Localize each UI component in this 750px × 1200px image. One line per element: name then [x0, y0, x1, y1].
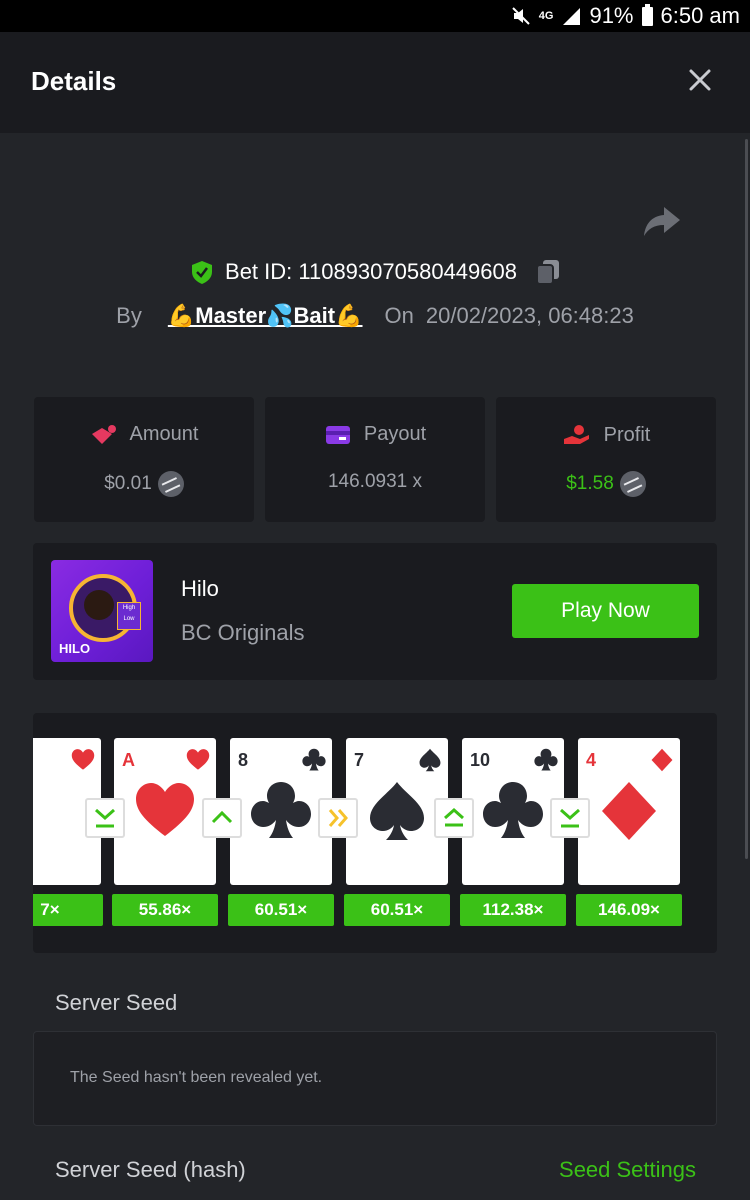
multiplier-badge: 146.09× [576, 894, 682, 926]
server-seed-box: The Seed hasn't been revealed yet. [33, 1031, 717, 1126]
payout-value: 146.0931 x [327, 471, 423, 492]
card-rank: 7 [354, 750, 365, 770]
profit-stat: Profit $1.58 [496, 397, 716, 522]
payout-stat: Payout 146.0931 x [265, 397, 485, 522]
high-low-badge: High Low [117, 602, 141, 630]
playing-card: A [114, 738, 216, 885]
bet-id: Bet ID: 110893070580449608 [225, 259, 517, 284]
playing-card: 4 [578, 738, 680, 885]
playing-card: 10 [462, 738, 564, 885]
amount-label-row: Amount [34, 423, 254, 446]
club-large-icon [251, 782, 311, 838]
spade-large-icon [370, 782, 424, 840]
game-panel: High Low HILO Hilo BC Originals Play Now [33, 543, 717, 680]
playing-card: 8 [230, 738, 332, 885]
profit-label: Profit [603, 423, 651, 446]
diamond-suit-icon [651, 748, 673, 772]
amount-label: Amount [129, 423, 199, 445]
hilo-cards-panel: 7× A 55.86× 8 60.51× 7 60.51× 10 112.38× 4 146.09× [33, 713, 717, 953]
profit-value-row: $1.58 [496, 471, 716, 497]
payout-label-row: Payout [265, 423, 485, 446]
higher-arrow-icon [202, 798, 242, 838]
profit-value: $1.58 [566, 473, 614, 494]
status-bar: 4G 91% 6:50 am [0, 0, 750, 32]
thumb-title: HILO [59, 641, 91, 656]
card-rank: A [122, 750, 135, 770]
bet-byline: By 💪Master💦Bait💪 On 20/02/2023, 06:48:23 [0, 303, 750, 329]
heart-suit-icon [186, 749, 210, 770]
bet-date: 20/02/2023, 06:48:23 [425, 303, 634, 328]
gorilla-icon [84, 590, 114, 620]
mute-icon [512, 7, 530, 25]
server-seed-message: The Seed hasn't been revealed yet. [70, 1069, 323, 1086]
heart-large-icon [136, 783, 194, 836]
seed-settings-link[interactable]: Seed Settings [559, 1157, 696, 1183]
server-seed-label: Server Seed [55, 990, 178, 1015]
clock: 6:50 am [660, 3, 741, 28]
diamond-large-icon [602, 782, 656, 840]
server-seed-hash-label: Server Seed (hash) [55, 1157, 246, 1182]
amount-value: $0.01 [104, 473, 152, 494]
profit-hand-icon [563, 425, 589, 444]
playing-card: 7 [346, 738, 448, 885]
bet-amount-icon [91, 424, 116, 444]
multiplier-badge: 60.51× [228, 894, 334, 926]
page-title: Details [31, 66, 117, 96]
lower-or-same-arrow-icon [85, 798, 125, 838]
payout-label: Payout [363, 423, 427, 445]
badge-high: High [122, 605, 136, 611]
multiplier-badge: 55.86× [112, 894, 218, 926]
card-rank: 8 [238, 750, 249, 770]
game-provider: BC Originals [181, 620, 305, 645]
club-large-icon [483, 782, 543, 838]
signal-icon [563, 8, 581, 25]
higher-or-same-arrow-icon [434, 798, 474, 838]
network-type: 4G [538, 10, 554, 22]
card-icon [325, 425, 350, 444]
coin-icon [157, 471, 184, 497]
game-name[interactable]: Hilo [181, 576, 219, 602]
play-now-button[interactable]: Play Now [512, 584, 699, 638]
badge-low: Low [123, 616, 135, 622]
battery-percent: 91% [589, 3, 634, 28]
amount-stat: Amount $0.01 [34, 397, 254, 522]
multiplier-badge: 7× [33, 894, 103, 926]
username-link[interactable]: 💪Master💦Bait💪 [168, 303, 363, 329]
on-label: On [384, 303, 414, 328]
coin-icon [619, 471, 646, 497]
heart-suit-icon [71, 749, 95, 770]
multiplier-badge: 112.38× [460, 894, 566, 926]
details-content: Bet ID: 110893070580449608 By 💪Master💦Ba… [0, 133, 750, 1200]
profit-label-row: Profit [496, 423, 716, 447]
share-icon[interactable] [642, 203, 682, 239]
skip-arrow-icon [318, 798, 358, 838]
multiplier-badge: 60.51× [344, 894, 450, 926]
details-header: Details [0, 32, 750, 133]
copy-icon[interactable] [535, 258, 561, 286]
status-right: 4G 91% 6:50 am [511, 3, 740, 29]
scrollbar[interactable] [745, 139, 748, 859]
card-rank: 10 [470, 750, 491, 770]
card-rank: 4 [586, 750, 597, 770]
lower-or-same-arrow-icon [550, 798, 590, 838]
club-suit-icon [302, 748, 326, 771]
amount-value-row: $0.01 [34, 471, 254, 497]
spade-suit-icon [419, 748, 441, 772]
game-thumbnail[interactable]: High Low HILO [51, 560, 153, 662]
battery-icon [641, 3, 653, 26]
verified-shield-icon [192, 261, 213, 284]
club-suit-icon [534, 748, 558, 771]
close-icon[interactable] [684, 64, 716, 96]
by-label: By [116, 303, 142, 328]
payout-value-row: 146.0931 x [265, 471, 485, 493]
bet-id-row: Bet ID: 110893070580449608 [0, 258, 750, 286]
